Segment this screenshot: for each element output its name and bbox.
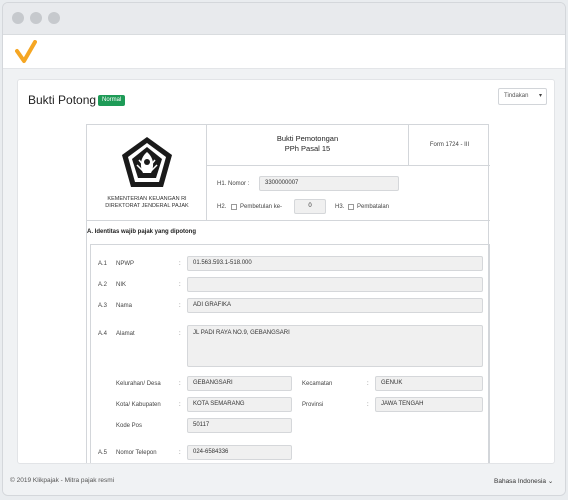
postal-code-label: Kode Pos (116, 423, 143, 429)
language-selector[interactable]: Bahasa Indonesia ⌄ (494, 477, 553, 485)
cancellation-checkbox[interactable] (348, 204, 354, 210)
colon: : (179, 282, 181, 288)
colon: : (179, 303, 181, 309)
window-control-dot[interactable] (12, 12, 24, 24)
ministry-line-1: KEMENTERIAN KEUANGAN RI (107, 196, 187, 202)
address-label: Alamat (116, 331, 135, 337)
kelurahan-label: Kelurahan/ Desa (116, 381, 161, 387)
h3-label: H3. (335, 204, 345, 210)
province-label: Provinsi (302, 402, 324, 408)
status-badge: Normal (98, 95, 126, 106)
kelurahan-field[interactable]: GEBANGSARI (187, 376, 292, 391)
section-a-title: A. Identitas wajib pajak yang dipotong (87, 229, 197, 235)
phone-label: Nomor Telepon (116, 450, 157, 456)
correction-checkbox[interactable] (231, 204, 237, 210)
ministry-emblem-icon (122, 137, 172, 187)
ministry-name: KEMENTERIAN KEUANGAN RI DIREKTORAT JENDE… (91, 196, 203, 210)
colon: : (179, 381, 181, 387)
colon: : (179, 450, 181, 456)
address-field[interactable]: JL PADI RAYA NO.9, GEBANGSARI (187, 325, 483, 367)
a4-number: A.4 (98, 331, 108, 337)
npwp-field[interactable]: 01.563.593.1-518.000 (187, 256, 483, 271)
document-number-block: H1. Nomor : 3300000007 H2. Pembetulan ke… (207, 166, 490, 221)
section-a-identity: A.1 NPWP : 01.563.593.1-518.000 A.2 NIK … (90, 244, 490, 463)
a1-number: A.1 (98, 261, 108, 267)
window-control-dot[interactable] (48, 12, 60, 24)
nik-label: NIK (116, 282, 127, 288)
a5-number: A.5 (98, 450, 108, 456)
klikpajak-logo-icon[interactable] (15, 40, 37, 64)
colon: : (179, 402, 181, 408)
window-titlebar (3, 3, 565, 35)
name-field[interactable]: ADI GRAFIKA (187, 298, 483, 313)
postal-code-field[interactable]: 50117 (187, 418, 292, 433)
cancellation-label: Pembatalan (357, 204, 390, 210)
page-title: Bukti Potong (28, 93, 97, 107)
chevron-down-icon: ▾ (538, 93, 542, 99)
heading-line-1: Bukti Pemotongan (276, 134, 339, 143)
h1-label: H1. Nomor : (217, 181, 250, 187)
language-label: Bahasa Indonesia (494, 478, 547, 485)
colon: : (367, 402, 369, 408)
actions-dropdown-label: Tindakan (504, 93, 529, 99)
browser-window: Bukti Potong Normal Tindakan ▾ KEMENTERI… (2, 2, 566, 496)
document-heading: Bukti Pemotongan PPh Pasal 15 (207, 125, 409, 166)
a3-number: A.3 (98, 303, 108, 309)
ministry-line-2: DIREKTORAT JENDERAL PAJAK (105, 203, 189, 209)
app-header (3, 35, 565, 69)
nik-field[interactable] (187, 277, 483, 292)
actions-dropdown[interactable]: Tindakan ▾ (498, 88, 547, 105)
province-field[interactable]: JAWA TENGAH (375, 397, 483, 412)
kecamatan-field[interactable]: GENUK (375, 376, 483, 391)
heading-line-2: PPh Pasal 15 (284, 144, 331, 153)
document-number-field[interactable]: 3300000007 (259, 176, 399, 191)
colon: : (179, 261, 181, 267)
chevron-down-icon: ⌄ (547, 478, 554, 485)
npwp-label: NPWP (116, 261, 134, 267)
h2-label: H2. (217, 204, 227, 210)
a2-number: A.2 (98, 282, 108, 288)
city-label: Kota/ Kabupaten (116, 402, 161, 408)
page-footer: © 2019 Klikpajak - Mitra pajak resmi Bah… (3, 469, 565, 495)
correction-label: Pembetulan ke- (240, 204, 283, 210)
name-label: Nama (116, 303, 133, 309)
form-code: Form 1724 - III (409, 125, 490, 166)
kecamatan-label: Kecamatan (302, 381, 333, 387)
correction-number-field[interactable]: 0 (294, 199, 326, 214)
copyright-text: © 2019 Klikpajak - Mitra pajak resmi (10, 477, 115, 484)
colon: : (367, 381, 369, 387)
issuer-block: KEMENTERIAN KEUANGAN RI DIREKTORAT JENDE… (87, 125, 207, 221)
withholding-slip-document: KEMENTERIAN KEUANGAN RI DIREKTORAT JENDE… (86, 124, 490, 463)
bukti-potong-card: Bukti Potong Normal Tindakan ▾ KEMENTERI… (17, 79, 555, 464)
city-field[interactable]: KOTA SEMARANG (187, 397, 292, 412)
phone-field[interactable]: 024-6584336 (187, 445, 292, 460)
colon: : (179, 331, 181, 337)
window-control-dot[interactable] (30, 12, 42, 24)
